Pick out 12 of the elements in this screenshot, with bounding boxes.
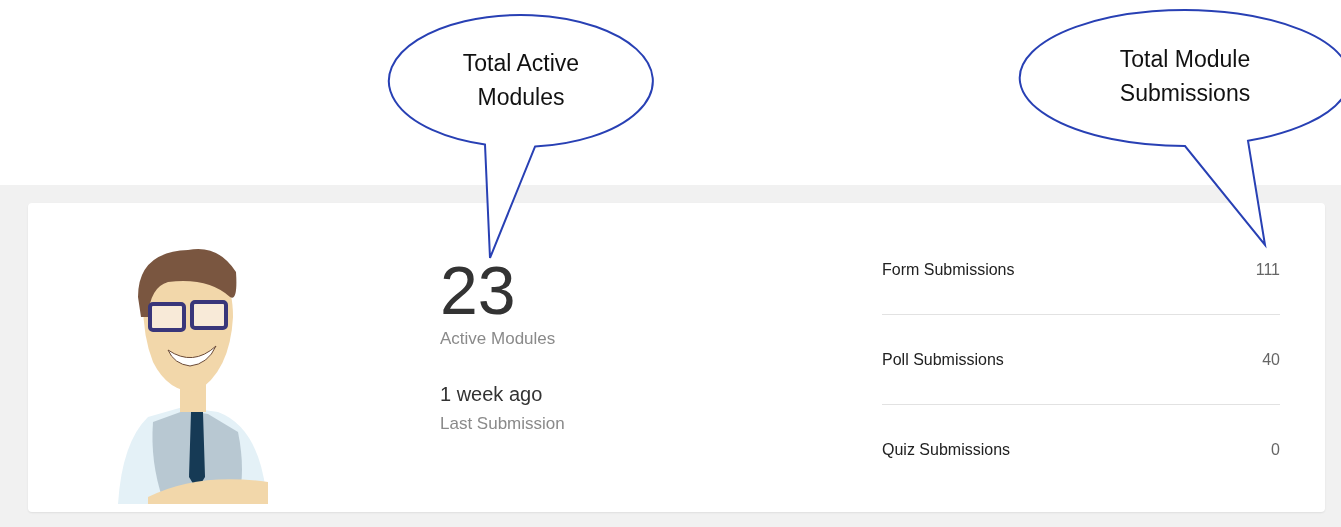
- callout-text: Total Active Modules: [461, 49, 581, 112]
- submission-count: 0: [1271, 440, 1280, 459]
- last-submission-label: Last Submission: [440, 414, 565, 434]
- submission-count: 40: [1262, 350, 1280, 369]
- submission-label: Form Submissions: [882, 260, 1015, 279]
- submission-label: Quiz Submissions: [882, 440, 1011, 459]
- callout-text: Total Module Submissions: [1118, 45, 1252, 108]
- active-modules-label: Active Modules: [440, 329, 556, 349]
- active-modules-count: 23: [440, 253, 516, 327]
- submission-label: Poll Submissions: [882, 350, 1004, 369]
- last-submission-time: 1 week ago: [440, 383, 543, 406]
- submission-count: 111: [1255, 260, 1280, 279]
